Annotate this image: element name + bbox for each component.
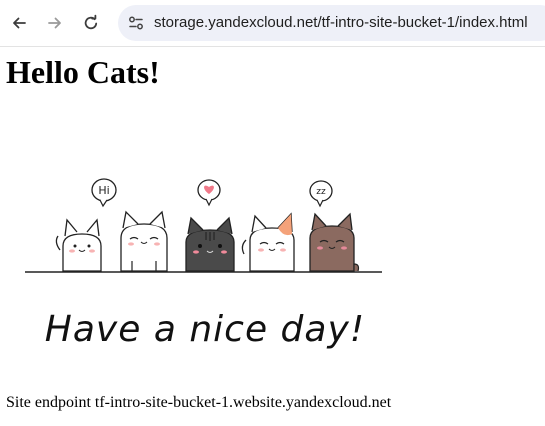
page-content: Hello Cats! Hi zz Have a nice day! Site … [0,46,545,426]
url-text[interactable]: storage.yandexcloud.net/tf-intro-site-bu… [154,14,528,31]
arrow-right-icon [48,17,61,29]
browser-toolbar: storage.yandexcloud.net/tf-intro-site-bu… [0,0,545,47]
speech-bubble-heart [197,179,221,207]
cats-illustration: Hi zz Have a nice day! [25,178,382,350]
svg-text:Hi: Hi [98,184,109,197]
reload-icon [84,14,98,30]
tune-icon[interactable] [126,13,146,33]
site-endpoint-text: Site endpoint tf-intro-site-bucket-1.web… [6,394,392,411]
forward-button[interactable] [41,9,69,37]
arrow-left-icon [13,17,26,29]
cat-2 [120,210,168,272]
cat-5 [309,212,360,272]
back-button[interactable] [5,9,33,37]
page-title: Hello Cats! [6,54,160,90]
svg-text:zz: zz [316,187,326,197]
reload-button[interactable] [77,9,105,37]
image-caption: Have a nice day! [45,309,365,350]
address-bar[interactable]: storage.yandexcloud.net/tf-intro-site-bu… [118,5,545,41]
cat-4 [241,212,295,272]
cat-1 [55,218,102,272]
speech-bubble-zz: zz [309,180,333,208]
cat-3 [185,216,235,272]
speech-bubble-hi: Hi [91,178,117,208]
